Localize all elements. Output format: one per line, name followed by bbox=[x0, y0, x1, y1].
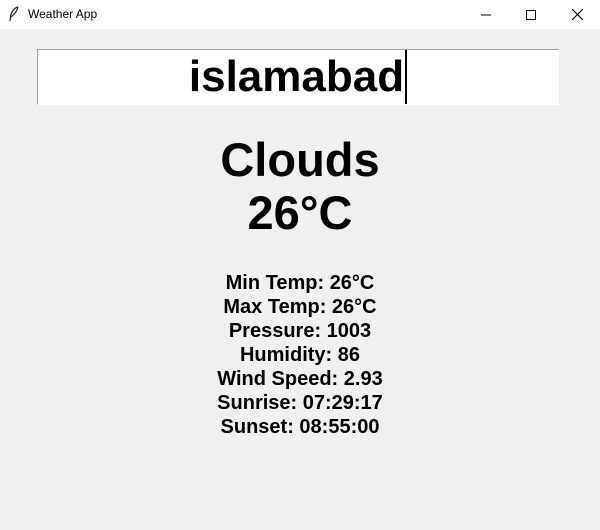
sunset-label: Sunset: 08:55:00 bbox=[220, 416, 380, 438]
city-input-value: islamabad bbox=[188, 52, 405, 101]
feather-icon bbox=[8, 6, 20, 22]
window-title: Weather App bbox=[28, 7, 98, 21]
close-button[interactable] bbox=[554, 0, 600, 29]
title-bar[interactable]: Weather App bbox=[0, 0, 600, 29]
max-temp-label: Max Temp: 26°C bbox=[223, 296, 377, 318]
close-icon bbox=[571, 9, 583, 20]
maximize-button[interactable] bbox=[508, 0, 554, 29]
maximize-icon bbox=[526, 9, 536, 20]
city-search-input[interactable]: islamabad bbox=[37, 49, 559, 105]
humidity-label: Humidity: 86 bbox=[239, 344, 361, 366]
wind-speed-label: Wind Speed: 2.93 bbox=[217, 368, 383, 390]
current-temperature: 26°C bbox=[247, 186, 353, 239]
text-caret bbox=[405, 50, 408, 104]
weather-condition: Clouds bbox=[220, 133, 380, 186]
min-temp-label: Min Temp: 26°C bbox=[225, 272, 375, 294]
pressure-label: Pressure: 1003 bbox=[228, 320, 372, 342]
main-content: islamabad Clouds 26°C Min Temp: 26°C Max… bbox=[0, 29, 600, 530]
minimize-button[interactable] bbox=[463, 0, 509, 29]
weather-details: Min Temp: 26°C Max Temp: 26°C Pressure: … bbox=[0, 271, 600, 439]
sunrise-label: Sunrise: 07:29:17 bbox=[217, 392, 383, 414]
minimize-icon bbox=[481, 14, 491, 15]
